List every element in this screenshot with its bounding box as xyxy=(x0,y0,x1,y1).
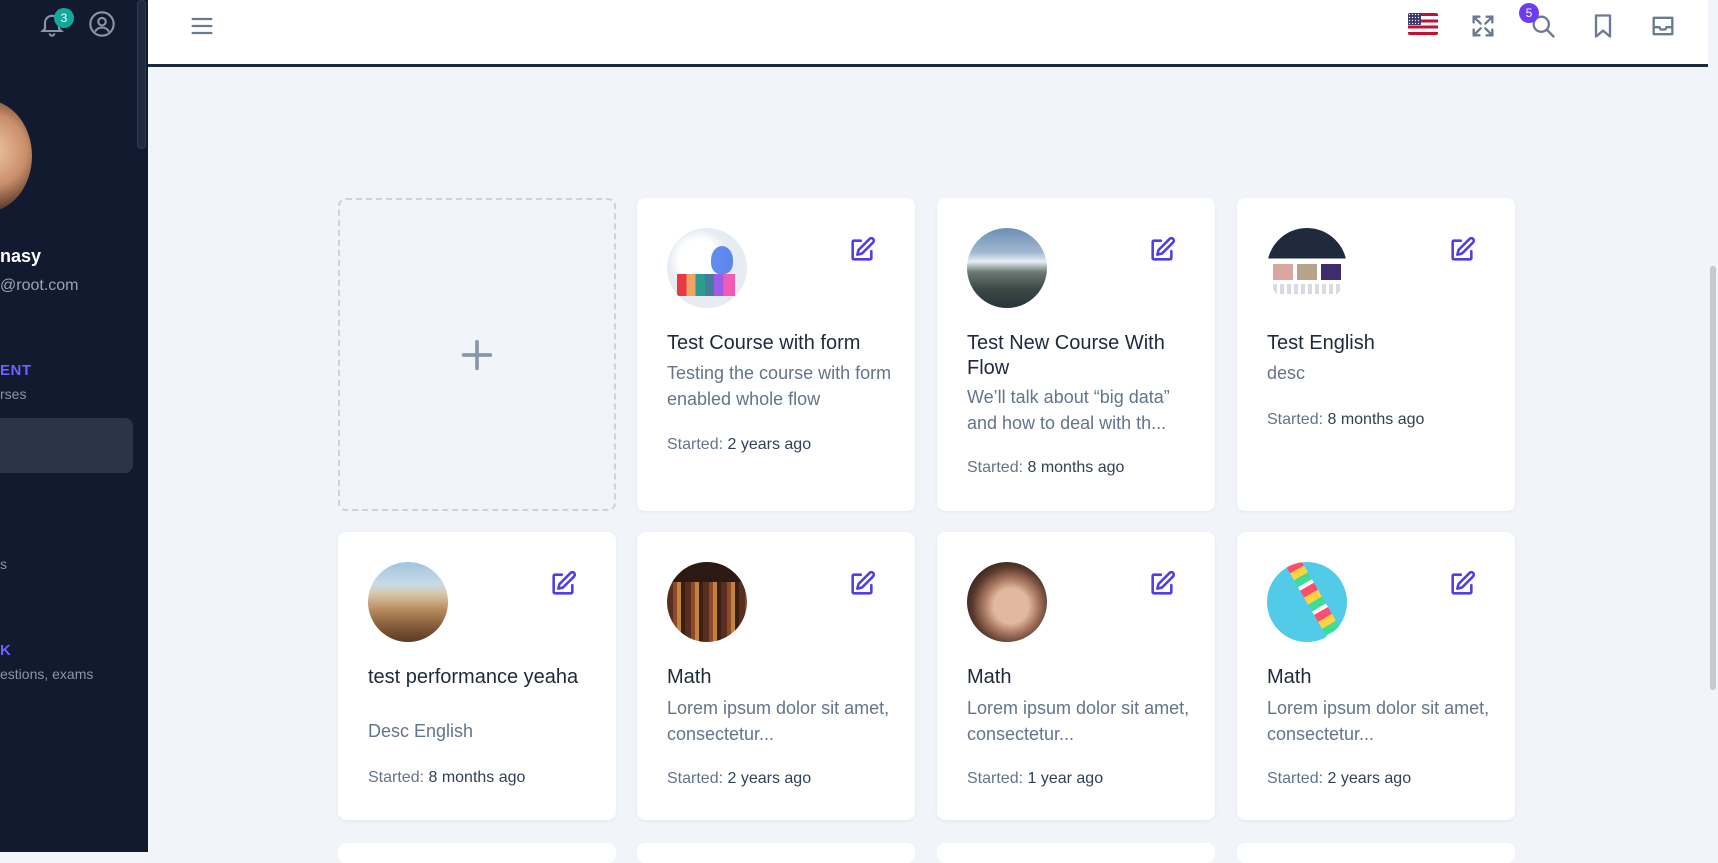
user-circle-icon xyxy=(89,11,115,37)
inbox-icon xyxy=(1652,16,1674,36)
plus-icon xyxy=(461,339,493,370)
avatar[interactable] xyxy=(0,100,32,212)
course-title[interactable]: Test English xyxy=(1267,331,1497,356)
course-description: Lorem ipsum dolor sit amet, consectetur.… xyxy=(1267,698,1490,744)
course-card[interactable]: Test English desc Started: 8 months ago xyxy=(1237,198,1515,511)
started-value: 8 months ago xyxy=(428,769,526,786)
edit-icon xyxy=(1451,570,1476,595)
course-title[interactable]: Math xyxy=(667,665,897,690)
sidebar-scrollbar[interactable] xyxy=(137,0,146,149)
nav-section-bank-sub: estions, exams xyxy=(0,666,94,682)
sidebar-item-fragment[interactable]: s xyxy=(0,556,7,572)
started-label: Started: xyxy=(967,770,1024,787)
course-card[interactable]: Math Lorem ipsum dolor sit amet, consect… xyxy=(937,532,1215,820)
edit-course-button[interactable] xyxy=(848,570,876,598)
started-label: Started: xyxy=(1267,411,1324,428)
nav-section-management[interactable]: ENT xyxy=(0,362,32,379)
course-card[interactable]: test performance yeaha Desc English Star… xyxy=(338,532,616,820)
language-flag-button[interactable] xyxy=(1408,13,1438,35)
started-label: Started: xyxy=(667,436,724,453)
bookmarks-button[interactable] xyxy=(1585,8,1621,44)
edit-course-button[interactable] xyxy=(1448,570,1476,598)
started-value: 8 months ago xyxy=(1327,411,1425,428)
user-name: nasy xyxy=(0,246,42,266)
add-course-button[interactable] xyxy=(338,198,616,511)
course-thumbnail xyxy=(967,228,1047,308)
nav-section-bank[interactable]: K xyxy=(0,642,11,659)
started-value: 2 years ago xyxy=(727,436,812,453)
course-started: Started: 2 years ago xyxy=(667,436,811,454)
notification-count-badge: 3 xyxy=(54,8,74,28)
edit-course-button[interactable] xyxy=(549,570,577,598)
course-thumbnail xyxy=(667,562,747,642)
edit-icon xyxy=(851,236,876,261)
course-title[interactable]: test performance yeaha xyxy=(368,665,598,690)
course-title[interactable]: Math xyxy=(1267,665,1497,690)
page-scrollbar-thumb[interactable] xyxy=(1710,266,1716,690)
course-started: Started: 8 months ago xyxy=(1267,411,1424,429)
started-value: 1 year ago xyxy=(1027,770,1104,787)
sidebar: 3 nasy @root.com ENT rses s K estions, e… xyxy=(0,0,148,852)
us-flag-icon xyxy=(1408,13,1421,25)
edit-icon xyxy=(552,570,577,595)
started-label: Started: xyxy=(1267,770,1324,787)
edit-course-button[interactable] xyxy=(848,236,876,264)
user-email: @root.com xyxy=(0,277,79,294)
course-thumbnail xyxy=(1267,228,1347,308)
course-thumbnail xyxy=(967,562,1047,642)
course-card-partial[interactable] xyxy=(937,843,1215,863)
course-card-partial[interactable] xyxy=(1237,843,1515,863)
course-card-partial[interactable] xyxy=(637,843,915,863)
fullscreen-button[interactable] xyxy=(1465,8,1501,44)
edit-icon xyxy=(851,570,876,595)
course-card[interactable]: Test New Course With Flow We’ll talk abo… xyxy=(937,198,1215,511)
started-label: Started: xyxy=(667,770,724,787)
course-thumbnail xyxy=(667,228,747,308)
inbox-count-badge: 5 xyxy=(1519,3,1539,23)
edit-course-button[interactable] xyxy=(1448,236,1476,264)
nav-section-management-sub: rses xyxy=(0,386,27,402)
course-started: Started: 2 years ago xyxy=(1267,770,1411,788)
course-thumbnail xyxy=(368,562,448,642)
course-started: Started: 1 year ago xyxy=(967,770,1103,788)
course-description: Desc English xyxy=(368,721,474,741)
course-description: Lorem ipsum dolor sit amet, consectetur.… xyxy=(967,698,1190,744)
course-description: Testing the course with form enabled who… xyxy=(667,363,892,409)
course-description: desc xyxy=(1267,363,1306,383)
started-label: Started: xyxy=(368,769,425,786)
edit-course-button[interactable] xyxy=(1148,236,1176,264)
course-description: Lorem ipsum dolor sit amet, consectetur.… xyxy=(667,698,890,744)
course-card[interactable]: Math Lorem ipsum dolor sit amet, consect… xyxy=(637,532,915,820)
course-started: Started: 8 months ago xyxy=(368,769,525,787)
fullscreen-icon xyxy=(1472,15,1494,37)
menu-toggle-button[interactable] xyxy=(184,8,220,44)
started-label: Started: xyxy=(967,459,1024,476)
profile-button[interactable] xyxy=(88,10,120,42)
inbox-button[interactable] xyxy=(1645,8,1681,44)
sidebar-item-active[interactable] xyxy=(0,418,133,473)
course-title[interactable]: Test Course with form xyxy=(667,331,897,356)
started-value: 2 years ago xyxy=(727,770,812,787)
edit-course-button[interactable] xyxy=(1148,570,1176,598)
course-title[interactable]: Math xyxy=(967,665,1197,690)
edit-icon xyxy=(1451,236,1476,261)
course-thumbnail xyxy=(1267,562,1347,642)
course-started: Started: 2 years ago xyxy=(667,770,811,788)
course-started: Started: 8 months ago xyxy=(967,459,1124,477)
course-card-partial[interactable] xyxy=(338,843,616,863)
course-card[interactable]: Math Lorem ipsum dolor sit amet, consect… xyxy=(1237,532,1515,820)
started-value: 8 months ago xyxy=(1027,459,1125,476)
edit-icon xyxy=(1151,570,1176,595)
bookmark-icon xyxy=(1594,14,1612,38)
started-value: 2 years ago xyxy=(1327,770,1412,787)
course-title[interactable]: Test New Course With Flow xyxy=(967,331,1197,381)
edit-icon xyxy=(1151,236,1176,261)
hamburger-icon xyxy=(191,17,213,35)
course-description: We’ll talk about “big data” and how to d… xyxy=(967,387,1170,433)
course-card[interactable]: Test Course with form Testing the course… xyxy=(637,198,915,511)
